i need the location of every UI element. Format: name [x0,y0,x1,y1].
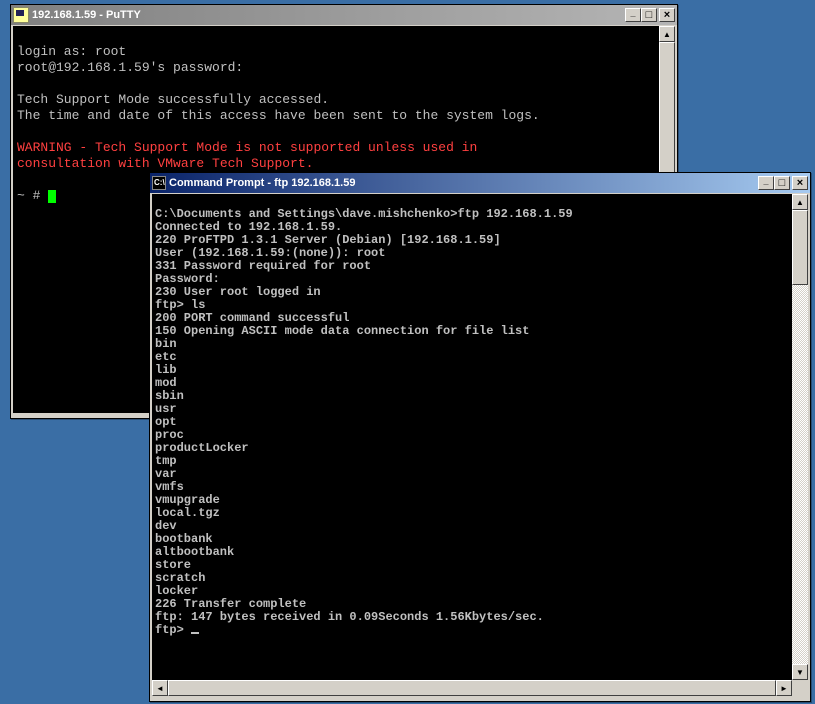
maximize-button[interactable]: □ [774,176,790,190]
putty-title: 192.168.1.59 - PuTTY [32,9,625,21]
terminal-line: ftp> ls [155,298,205,312]
terminal-line: usr [155,402,177,416]
terminal-line: 226 Transfer complete [155,597,306,611]
terminal-line: 150 Opening ASCII mode data connection f… [155,324,529,338]
terminal-prompt: ~ # [17,188,48,203]
terminal-line: vmupgrade [155,493,220,507]
cmd-titlebar[interactable]: C:\ Command Prompt - ftp 192.168.1.59 _ … [150,173,810,193]
terminal-line: ftp: 147 bytes received in 0.09Seconds 1… [155,610,544,624]
minimize-button[interactable]: _ [625,8,641,22]
cmd-icon: C:\ [152,176,166,190]
cursor-icon [191,632,199,634]
scroll-down-button[interactable]: ▼ [792,664,808,680]
cmd-title-buttons: _ □ × [758,176,808,190]
terminal-line: Tech Support Mode successfully accessed. [17,92,329,107]
terminal-line: etc [155,350,177,364]
terminal-line: vmfs [155,480,184,494]
scroll-track[interactable] [792,210,808,664]
terminal-line: login as: root [17,44,126,59]
cmd-horizontal-scrollbar[interactable]: ◄ ► [152,680,792,696]
terminal-line: 230 User root logged in [155,285,321,299]
terminal-line: productLocker [155,441,249,455]
terminal-line: opt [155,415,177,429]
cmd-title: Command Prompt - ftp 192.168.1.59 [169,177,758,189]
terminal-line: 200 PORT command successful [155,311,349,325]
terminal-prompt: ftp> [155,623,191,637]
terminal-line: User (192.168.1.59:(none)): root [155,246,385,260]
terminal-line: altbootbank [155,545,234,559]
scroll-up-button[interactable]: ▲ [659,26,675,42]
terminal-warning-line: consultation with VMware Tech Support. [17,156,313,171]
scroll-left-button[interactable]: ◄ [152,680,168,696]
terminal-line: mod [155,376,177,390]
terminal-line: The time and date of this access have be… [17,108,540,123]
close-button[interactable]: × [792,176,808,190]
minimize-button[interactable]: _ [758,176,774,190]
terminal-line: dev [155,519,177,533]
terminal-line: lib [155,363,177,377]
close-button[interactable]: × [659,8,675,22]
scroll-thumb[interactable] [792,210,808,285]
terminal-line: 220 ProFTPD 1.3.1 Server (Debian) [192.1… [155,233,501,247]
terminal-line: store [155,558,191,572]
terminal-line: tmp [155,454,177,468]
scrollbar-corner [792,680,808,696]
scroll-track[interactable] [168,680,776,696]
terminal-line: locker [155,584,198,598]
cmd-vertical-scrollbar[interactable]: ▲ ▼ [792,194,808,680]
scroll-right-button[interactable]: ► [776,680,792,696]
scroll-thumb[interactable] [168,680,776,696]
terminal-line: bootbank [155,532,213,546]
terminal-line: proc [155,428,184,442]
terminal-line: local.tgz [155,506,220,520]
terminal-line: sbin [155,389,184,403]
terminal-line: 331 Password required for root [155,259,371,273]
cmd-terminal[interactable]: C:\Documents and Settings\dave.mishchenk… [152,194,792,680]
terminal-line: scratch [155,571,205,585]
terminal-line: Password: [155,272,220,286]
cursor-icon [48,190,56,203]
cmd-window: C:\ Command Prompt - ftp 192.168.1.59 _ … [149,172,811,702]
terminal-line: var [155,467,177,481]
terminal-line: bin [155,337,177,351]
scroll-up-button[interactable]: ▲ [792,194,808,210]
putty-icon [13,7,29,23]
terminal-line: Connected to 192.168.1.59. [155,220,342,234]
terminal-line: root@192.168.1.59's password: [17,60,243,75]
terminal-line: C:\Documents and Settings\dave.mishchenk… [155,207,573,221]
terminal-warning-line: WARNING - Tech Support Mode is not suppo… [17,140,477,155]
putty-title-buttons: _ □ × [625,8,675,22]
putty-titlebar[interactable]: 192.168.1.59 - PuTTY _ □ × [11,5,677,25]
maximize-button[interactable]: □ [641,8,657,22]
